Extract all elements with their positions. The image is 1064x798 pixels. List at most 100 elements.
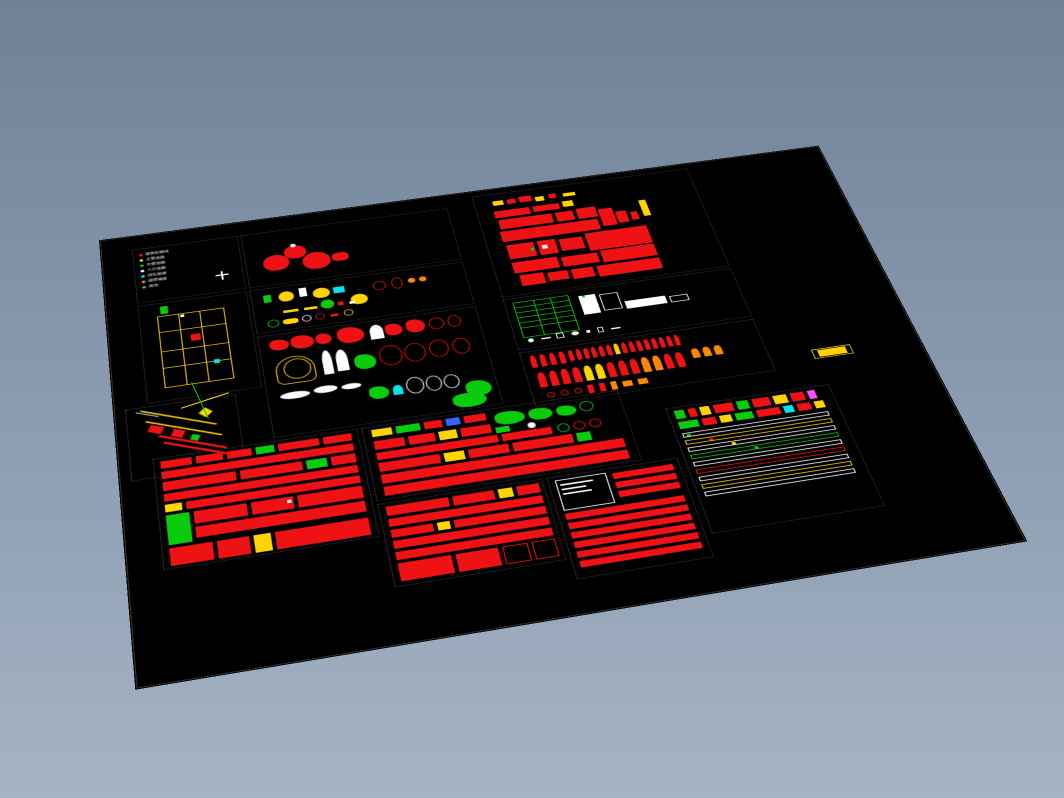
person-block (639, 357, 652, 373)
plant-symbol (331, 313, 339, 317)
detail-block (674, 410, 687, 420)
vehicle-block (578, 400, 595, 412)
person-block (590, 347, 598, 358)
detail-marker (686, 434, 691, 437)
tree-elevation (427, 338, 451, 358)
detail-block (565, 495, 686, 520)
fixture-block (624, 296, 667, 309)
detail-block (806, 390, 817, 399)
tree-elevation (384, 323, 404, 337)
wheel-icon (527, 422, 537, 429)
detail-block (712, 402, 735, 413)
cad-block (454, 506, 548, 528)
furniture-block (562, 200, 574, 207)
plant-symbol (283, 318, 299, 325)
vehicle-block (376, 435, 499, 461)
detail-block (813, 400, 826, 408)
blocks-b-panel (377, 479, 566, 588)
plant-symbol (278, 290, 295, 302)
detail-block (573, 523, 696, 549)
shrub-elevation (280, 389, 311, 400)
vehicle-block (460, 424, 492, 437)
detail-block (772, 394, 789, 404)
shrub-elevation (404, 376, 426, 395)
vehicle-block (395, 423, 421, 434)
cad-drawing-sheet[interactable]: 建筑轮廓线 主要道路 次要道路 人行道路 绿化植被 硬质铺装 其他 (100, 146, 1026, 688)
detail-block (687, 425, 836, 452)
tree-elevation (402, 342, 428, 363)
symbol-block (637, 378, 649, 385)
detail-label (560, 479, 593, 486)
furniture-block (530, 248, 534, 251)
cad-viewport[interactable]: 建筑轮廓线 主要道路 次要道路 人行道路 绿化植被 硬质铺装 其他 (0, 0, 1064, 798)
detail-block (570, 513, 692, 538)
plant-symbol (338, 301, 344, 305)
plant-symbol (343, 309, 354, 317)
wheel-icon (572, 420, 587, 430)
furniture-block (506, 242, 538, 260)
vehicle-block (443, 450, 466, 462)
person-block (643, 339, 652, 350)
person-block (548, 353, 558, 366)
shrub-elevation (368, 385, 390, 400)
door-block (180, 314, 184, 317)
cad-block (162, 471, 236, 491)
section-marker (190, 434, 201, 441)
vehicle-block (408, 432, 436, 444)
person-block (536, 372, 548, 388)
detail-block (751, 397, 772, 408)
furniture-block (615, 210, 630, 223)
cad-block (253, 533, 273, 553)
plant-symbol (390, 277, 404, 289)
detail-block (568, 504, 690, 529)
person-block (628, 358, 641, 374)
detail-label (561, 485, 586, 490)
person-block (605, 362, 618, 378)
person-block (674, 352, 687, 368)
tree-elevation (290, 334, 316, 350)
cad-block (186, 475, 361, 509)
furniture-block (630, 211, 640, 220)
tree-elevation (269, 338, 290, 351)
tree-elevation (450, 337, 471, 355)
cad-block (393, 517, 551, 550)
wheel-icon (556, 423, 571, 433)
person-block (620, 342, 628, 353)
cad-block (169, 542, 214, 566)
plant-symbol (320, 299, 335, 309)
site-plan-panel (137, 291, 262, 404)
detail-block (756, 407, 782, 417)
symbol-icon (571, 331, 580, 336)
tree-elevation (353, 353, 378, 371)
furniture-block (598, 208, 618, 227)
details-panel (546, 458, 714, 580)
furniture-block (492, 200, 504, 206)
plant-symbol (267, 319, 280, 328)
furniture-block (561, 252, 600, 266)
tree-elevation (315, 332, 332, 344)
detail-block (615, 473, 678, 488)
tree-elevation (336, 325, 366, 344)
detail-marker (754, 446, 759, 449)
furniture-block (562, 192, 575, 197)
cad-block (390, 523, 434, 537)
ucs-axis-icon (180, 400, 181, 401)
cad-block (452, 490, 496, 506)
shrub-elevation (424, 375, 443, 392)
detail-block (612, 464, 674, 479)
building-outline (157, 307, 235, 388)
tree-elevation (368, 324, 385, 340)
vehicle-block (463, 413, 487, 423)
furniture-block (575, 206, 598, 219)
plant-symbol (333, 286, 346, 294)
person-block (571, 367, 584, 383)
cad-block (497, 487, 514, 498)
cad-block (165, 502, 183, 512)
cad-block (164, 465, 359, 502)
person-block (713, 345, 724, 355)
detail-block (576, 532, 699, 558)
cad-block (323, 433, 353, 444)
cad-block (251, 496, 295, 515)
person-block (613, 343, 621, 354)
fixture-handle (582, 295, 585, 297)
